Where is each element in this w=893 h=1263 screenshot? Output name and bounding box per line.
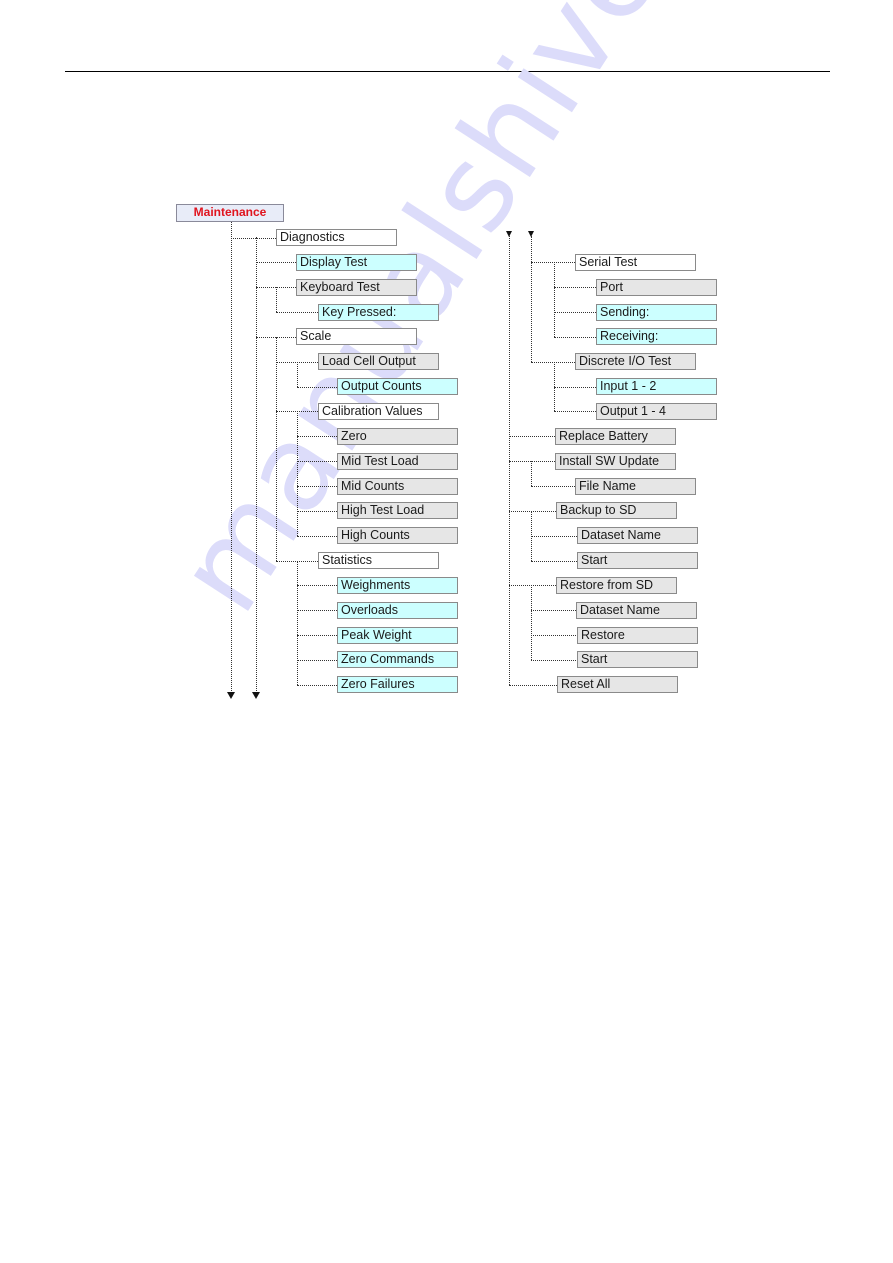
arrow-down-icon xyxy=(252,692,260,699)
connector-line xyxy=(297,486,337,487)
connector-line xyxy=(276,287,277,313)
menu-node-file-name: File Name xyxy=(575,478,696,495)
connector-line xyxy=(256,262,296,264)
connector-line xyxy=(554,336,596,338)
connector-line xyxy=(531,361,575,363)
menu-node-sending: Sending: xyxy=(596,304,717,321)
menu-node-output-counts: Output Counts xyxy=(337,378,458,395)
connector-line xyxy=(297,411,298,536)
menu-node-start: Start xyxy=(577,651,698,668)
menu-node-weighments: Weighments xyxy=(337,577,458,594)
menu-node-dataset-name: Dataset Name xyxy=(577,527,698,544)
menu-node-scale: Scale xyxy=(296,328,417,345)
connector-line xyxy=(509,684,557,686)
menu-node-start: Start xyxy=(577,552,698,569)
connector-line xyxy=(509,510,556,512)
menu-node-dataset-name: Dataset Name xyxy=(576,602,697,619)
menu-node-diagnostics: Diagnostics xyxy=(276,229,397,246)
menu-node-high-counts: High Counts xyxy=(337,527,458,544)
menu-node-high-test-load: High Test Load xyxy=(337,502,458,519)
connector-line xyxy=(256,237,257,693)
menu-node-display-test: Display Test xyxy=(296,254,417,271)
menu-node-overloads: Overloads xyxy=(337,602,458,619)
menu-node-zero-failures: Zero Failures xyxy=(337,676,458,693)
connector-line xyxy=(531,486,575,487)
menu-node-calibration-values: Calibration Values xyxy=(318,403,439,420)
connector-line xyxy=(554,262,555,337)
connector-line xyxy=(531,236,532,362)
connector-line xyxy=(297,684,337,686)
connector-line xyxy=(509,436,555,438)
connector-line xyxy=(297,610,337,612)
menu-node-zero-commands: Zero Commands xyxy=(337,651,458,668)
connector-line xyxy=(509,461,555,463)
connector-line xyxy=(276,336,277,561)
connector-line xyxy=(531,585,532,660)
connector-line xyxy=(554,411,596,413)
menu-node-replace-battery: Replace Battery xyxy=(555,428,676,445)
maintenance-menu-tree: Maintenance Diagnostics Display Test Keybo… xyxy=(0,0,893,1263)
menu-node-receiving: Receiving: xyxy=(596,328,717,345)
menu-node-port: Port xyxy=(596,279,717,296)
connector-line xyxy=(531,560,577,562)
connector-line xyxy=(297,461,337,463)
connector-line xyxy=(231,237,276,239)
menu-node-statistics: Statistics xyxy=(318,552,439,569)
menu-node-discrete-i-o-test: Discrete I/O Test xyxy=(575,353,696,370)
connector-line xyxy=(297,659,337,661)
menu-node-key-pressed: Key Pressed: xyxy=(318,304,439,321)
menu-node-install-sw-update: Install SW Update xyxy=(555,453,676,470)
connector-line xyxy=(554,312,596,314)
connector-line xyxy=(531,610,576,612)
menu-node-peak-weight: Peak Weight xyxy=(337,627,458,644)
connector-line xyxy=(297,361,298,387)
arrow-down-icon xyxy=(227,692,235,699)
connector-line xyxy=(276,312,318,314)
connector-line xyxy=(554,287,596,289)
connector-line xyxy=(531,635,576,637)
connector-line xyxy=(554,386,596,388)
connector-line xyxy=(531,535,577,537)
menu-node-backup-to-sd: Backup to SD xyxy=(556,502,677,519)
connector-line xyxy=(297,386,337,388)
menu-node-zero: Zero xyxy=(337,428,458,445)
menu-node-keyboard-test: Keyboard Test xyxy=(296,279,417,296)
menu-node-input-1-2: Input 1 - 2 xyxy=(596,378,717,395)
connector-line xyxy=(531,659,576,661)
root-node-maintenance: Maintenance xyxy=(176,204,284,222)
connector-line xyxy=(297,585,337,587)
menu-node-mid-counts: Mid Counts xyxy=(337,478,458,495)
menu-node-reset-all: Reset All xyxy=(557,676,678,693)
menu-node-serial-test: Serial Test xyxy=(575,254,696,271)
connector-line xyxy=(531,262,575,264)
connector-line xyxy=(297,510,337,512)
connector-line xyxy=(297,535,337,537)
connector-line xyxy=(297,436,337,438)
menu-node-restore: Restore xyxy=(577,627,698,644)
connector-line xyxy=(297,560,298,685)
menu-node-output-1-4: Output 1 - 4 xyxy=(596,403,717,420)
connector-line xyxy=(509,585,556,587)
connector-line xyxy=(297,635,337,637)
menu-node-restore-from-sd: Restore from SD xyxy=(556,577,677,594)
connector-line xyxy=(231,222,232,693)
menu-node-load-cell-output: Load Cell Output xyxy=(318,353,439,370)
connector-line xyxy=(531,461,532,486)
menu-node-mid-test-load: Mid Test Load xyxy=(337,453,458,470)
